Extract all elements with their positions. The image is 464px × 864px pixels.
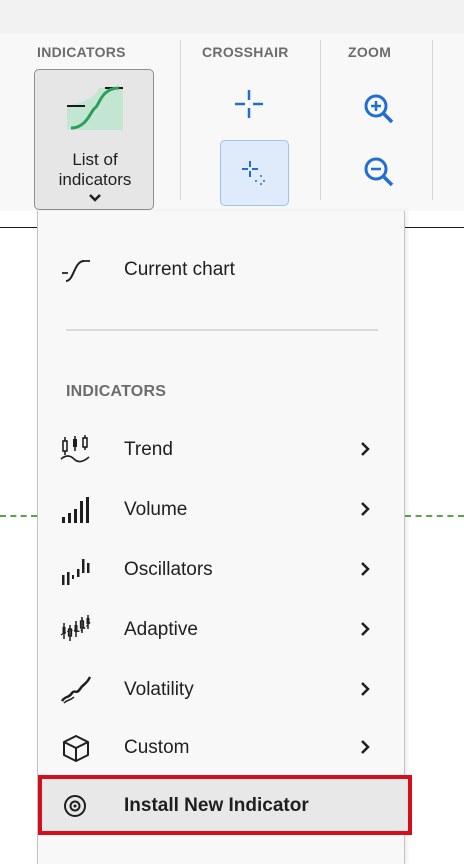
indicator-curve-icon bbox=[65, 80, 125, 145]
group-separator bbox=[180, 40, 181, 200]
menu-section-title: INDICATORS bbox=[66, 383, 167, 400]
menu-item-label: Current chart bbox=[124, 259, 235, 280]
trend-icon bbox=[60, 435, 92, 465]
menu-item-label: Adaptive bbox=[124, 619, 198, 640]
menu-item-label: Custom bbox=[124, 737, 190, 758]
chevron-right-icon bbox=[360, 681, 370, 702]
menu-divider bbox=[66, 329, 378, 331]
volume-icon bbox=[60, 495, 92, 525]
chevron-right-icon bbox=[360, 621, 370, 642]
crosshair-measure-icon bbox=[242, 161, 267, 187]
menu-item-label: Volume bbox=[124, 499, 188, 520]
chart-border-line bbox=[405, 227, 464, 228]
menu-item-current-chart[interactable]: Current chart bbox=[38, 241, 404, 299]
menu-item-custom[interactable]: Custom bbox=[38, 719, 404, 777]
indicator-dashed-line bbox=[405, 515, 464, 517]
chart-border-line bbox=[0, 227, 37, 228]
menu-item-adaptive[interactable]: Adaptive bbox=[38, 601, 404, 659]
group-separator bbox=[320, 40, 321, 200]
install-new-indicator-button[interactable]: Install New Indicator bbox=[38, 775, 412, 835]
list-of-indicators-button[interactable]: List of indicators bbox=[34, 69, 154, 210]
oscillators-icon bbox=[60, 555, 92, 585]
chevron-right-icon bbox=[360, 501, 370, 522]
chevron-right-icon bbox=[360, 441, 370, 462]
cube-icon bbox=[60, 733, 92, 763]
zoom-group-label: ZOOM bbox=[348, 44, 392, 60]
adaptive-icon bbox=[60, 615, 92, 645]
menu-item-oscillators[interactable]: Oscillators bbox=[38, 541, 404, 599]
crosshair-group-label: CROSSHAIR bbox=[202, 44, 289, 60]
indicator-curve-icon bbox=[60, 255, 92, 285]
chevron-right-icon bbox=[360, 739, 370, 760]
menu-item-label: Trend bbox=[124, 439, 173, 460]
install-new-indicator-label: Install New Indicator bbox=[124, 795, 309, 816]
group-separator bbox=[432, 40, 433, 200]
menu-item-label: Oscillators bbox=[124, 559, 213, 580]
indicator-dashed-line bbox=[0, 515, 37, 517]
zoom-out-icon bbox=[364, 157, 394, 187]
menu-item-volatility[interactable]: Volatility bbox=[38, 661, 404, 719]
menu-item-trend[interactable]: Trend bbox=[38, 421, 404, 479]
zoom-in-button[interactable] bbox=[362, 92, 396, 131]
crosshair-icon bbox=[235, 90, 263, 118]
crosshair-measure-button[interactable] bbox=[220, 140, 289, 206]
menu-item-volume[interactable]: Volume bbox=[38, 481, 404, 539]
chevron-down-icon bbox=[88, 190, 102, 208]
chevron-right-icon bbox=[360, 561, 370, 582]
indicators-dropdown-menu: Current chart INDICATORS Trend Volume Os… bbox=[37, 211, 412, 864]
crosshair-button[interactable] bbox=[233, 88, 265, 125]
indicators-group-label: INDICATORS bbox=[37, 44, 126, 60]
volatility-icon bbox=[60, 675, 92, 705]
zoom-out-button[interactable] bbox=[362, 155, 396, 194]
list-of-indicators-label: List of indicators bbox=[58, 150, 132, 189]
zoom-in-icon bbox=[364, 94, 394, 124]
target-icon bbox=[63, 794, 87, 823]
menu-item-label: Volatility bbox=[124, 679, 194, 700]
window-top-strip bbox=[0, 0, 464, 34]
